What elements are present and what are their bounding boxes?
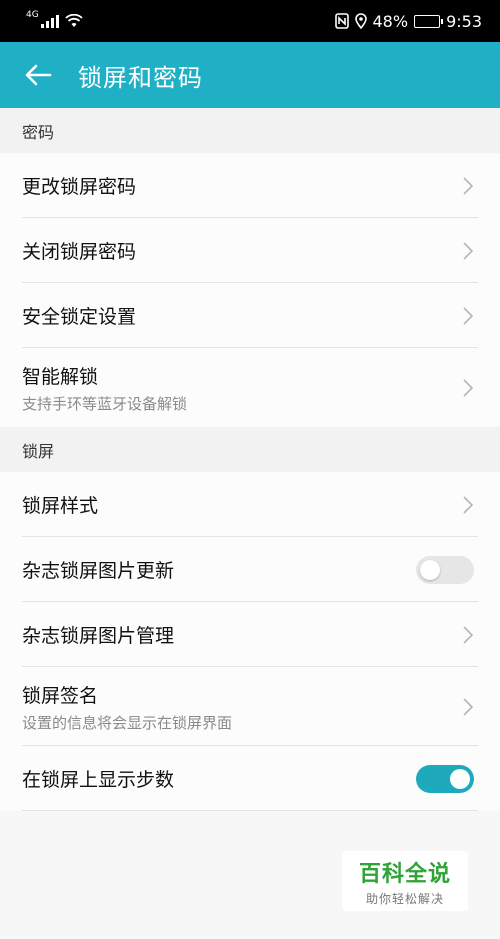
watermark-logo: 百科全说 助你轻松解决 xyxy=(342,851,468,911)
lockscreen-group: 锁屏样式 杂志锁屏图片更新 杂志锁屏图片管理 锁屏签名 设置的信息将会显示在锁屏… xyxy=(0,472,500,811)
row-title: 安全锁定设置 xyxy=(22,306,137,328)
show-steps-toggle[interactable] xyxy=(416,764,474,793)
status-right: 48% 9:53 xyxy=(334,11,482,31)
page-title: 锁屏和密码 xyxy=(78,63,203,92)
lockscreen-signature-item[interactable]: 锁屏签名 设置的信息将会显示在锁屏界面 xyxy=(0,667,500,746)
password-group: 更改锁屏密码 关闭锁屏密码 安全锁定设置 智能解锁 支持手环等蓝牙设备解锁 xyxy=(0,153,500,427)
smart-unlock-item[interactable]: 智能解锁 支持手环等蓝牙设备解锁 xyxy=(0,348,500,427)
app-bar: 锁屏和密码 xyxy=(0,42,500,108)
location-icon xyxy=(354,13,367,29)
row-text: 安全锁定设置 xyxy=(22,302,136,329)
row-title: 更改锁屏密码 xyxy=(22,176,137,198)
nfc-icon xyxy=(334,13,349,29)
chevron-right-icon xyxy=(463,697,474,716)
status-bar: 4G 48% 9:53 xyxy=(0,0,500,42)
section-header-password: 密码 xyxy=(0,108,500,153)
row-title: 智能解锁 xyxy=(22,365,99,388)
row-title: 杂志锁屏图片管理 xyxy=(22,625,175,647)
row-text: 杂志锁屏图片更新 xyxy=(22,556,174,583)
lockscreen-style-item[interactable]: 锁屏样式 xyxy=(0,472,500,537)
toggle-knob xyxy=(450,768,470,789)
magazine-update-toggle[interactable] xyxy=(416,555,474,584)
row-title: 杂志锁屏图片更新 xyxy=(22,560,175,582)
row-text: 杂志锁屏图片管理 xyxy=(22,621,174,648)
row-text: 在锁屏上显示步数 xyxy=(22,765,174,792)
clock: 9:53 xyxy=(446,11,482,31)
network-type: 4G xyxy=(26,10,39,20)
chevron-right-icon xyxy=(463,495,474,514)
toggle-knob xyxy=(420,559,440,580)
arrow-left-icon xyxy=(25,64,52,86)
section-header-lockscreen: 锁屏 xyxy=(0,427,500,472)
row-subtitle: 设置的信息将会显示在锁屏界面 xyxy=(22,713,233,732)
row-title: 锁屏样式 xyxy=(22,495,99,517)
chevron-right-icon xyxy=(463,241,474,260)
disable-lock-password-item[interactable]: 关闭锁屏密码 xyxy=(0,218,500,283)
battery-percent: 48% xyxy=(372,11,409,31)
row-title: 关闭锁屏密码 xyxy=(22,241,137,263)
watermark-main: 百科全说 xyxy=(358,861,451,887)
row-text: 锁屏样式 xyxy=(22,491,98,518)
back-button[interactable] xyxy=(22,59,54,91)
secure-lock-settings-item[interactable]: 安全锁定设置 xyxy=(0,283,500,348)
row-text: 智能解锁 支持手环等蓝牙设备解锁 xyxy=(22,362,187,414)
magazine-manage-item[interactable]: 杂志锁屏图片管理 xyxy=(0,602,500,667)
row-text: 更改锁屏密码 xyxy=(22,172,136,199)
row-title: 在锁屏上显示步数 xyxy=(22,769,175,791)
battery-icon xyxy=(414,14,444,28)
watermark-sub: 助你轻松解决 xyxy=(365,891,444,906)
row-title: 锁屏签名 xyxy=(22,684,99,707)
show-steps-item[interactable]: 在锁屏上显示步数 xyxy=(0,746,500,811)
signal-icon xyxy=(40,14,59,28)
magazine-update-item[interactable]: 杂志锁屏图片更新 xyxy=(0,537,500,602)
chevron-right-icon xyxy=(463,306,474,325)
wifi-icon xyxy=(65,14,83,27)
chevron-right-icon xyxy=(463,625,474,644)
row-subtitle: 支持手环等蓝牙设备解锁 xyxy=(22,394,188,413)
row-text: 锁屏签名 设置的信息将会显示在锁屏界面 xyxy=(22,681,232,733)
status-left: 4G xyxy=(26,10,83,28)
chevron-right-icon xyxy=(463,378,474,397)
row-text: 关闭锁屏密码 xyxy=(22,237,136,264)
chevron-right-icon xyxy=(463,176,474,195)
change-lock-password-item[interactable]: 更改锁屏密码 xyxy=(0,153,500,218)
